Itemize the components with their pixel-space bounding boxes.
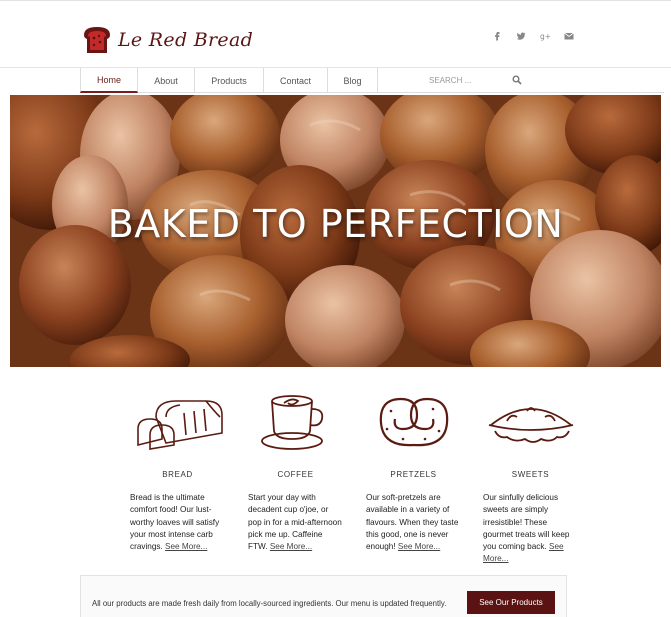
nav-contact[interactable]: Contact (264, 68, 328, 93)
nav-home[interactable]: Home (80, 68, 138, 93)
product-description: Our soft-pretzels are available in a var… (366, 493, 459, 552)
search-box (429, 68, 589, 92)
bread-icon (136, 400, 223, 450)
product-title: COFFEE (277, 470, 314, 479)
nav-about[interactable]: About (138, 68, 195, 93)
see-more-link[interactable]: See More... (165, 542, 207, 551)
nav-products[interactable]: Products (195, 68, 264, 93)
nav-blog[interactable]: Blog (328, 68, 378, 93)
pie-icon (488, 407, 573, 443)
site-header: Le Red Bread g+ (0, 0, 671, 68)
search-input[interactable] (429, 75, 549, 85)
product-description: Our sinfully delicious sweets are simply… (483, 493, 570, 564)
twitter-icon[interactable] (516, 30, 526, 42)
email-icon[interactable] (564, 30, 574, 42)
see-more-link[interactable]: See More... (398, 542, 440, 551)
see-products-button[interactable]: See Our Products (467, 591, 555, 614)
social-links: g+ (492, 30, 574, 42)
hero-banner: BAKED TO PERFECTION (10, 95, 661, 367)
product-title: SWEETS (511, 470, 550, 479)
main-nav: Home About Products Contact Blog (80, 68, 664, 93)
product-title: BREAD (162, 470, 193, 479)
see-more-link[interactable]: See More... (270, 542, 312, 551)
search-icon[interactable] (512, 75, 522, 85)
product-bread: BREAD Bread is the ultimate comfort food… (130, 390, 225, 553)
product-sweets: SWEETS Our sinfully delicious sweets are… (483, 390, 578, 566)
product-description: Start your day with decadent cup o'joe, … (248, 493, 342, 552)
product-description: Bread is the ultimate comfort food! Our … (130, 493, 220, 552)
product-title: PRETZELS (390, 470, 437, 479)
pretzel-icon (379, 397, 448, 447)
brand-name: Le Red Bread (118, 29, 254, 51)
coffee-cup-icon (260, 395, 323, 450)
cta-banner: All our products are made fresh daily fr… (80, 575, 567, 617)
facebook-icon[interactable] (492, 30, 502, 42)
bread-logo-icon (84, 27, 110, 53)
logo[interactable]: Le Red Bread (80, 25, 253, 55)
google-plus-icon[interactable]: g+ (540, 30, 550, 42)
svg-text:g+: g+ (540, 32, 550, 41)
cta-text: All our products are made fresh daily fr… (92, 599, 447, 608)
hero-title: BAKED TO PERFECTION (107, 202, 564, 246)
product-coffee: COFFEE Start your day with decadent cup … (248, 390, 343, 553)
products-section: BREAD Bread is the ultimate comfort food… (130, 390, 590, 563)
product-pretzels: PRETZELS Our soft-pretzels are available… (366, 390, 461, 553)
